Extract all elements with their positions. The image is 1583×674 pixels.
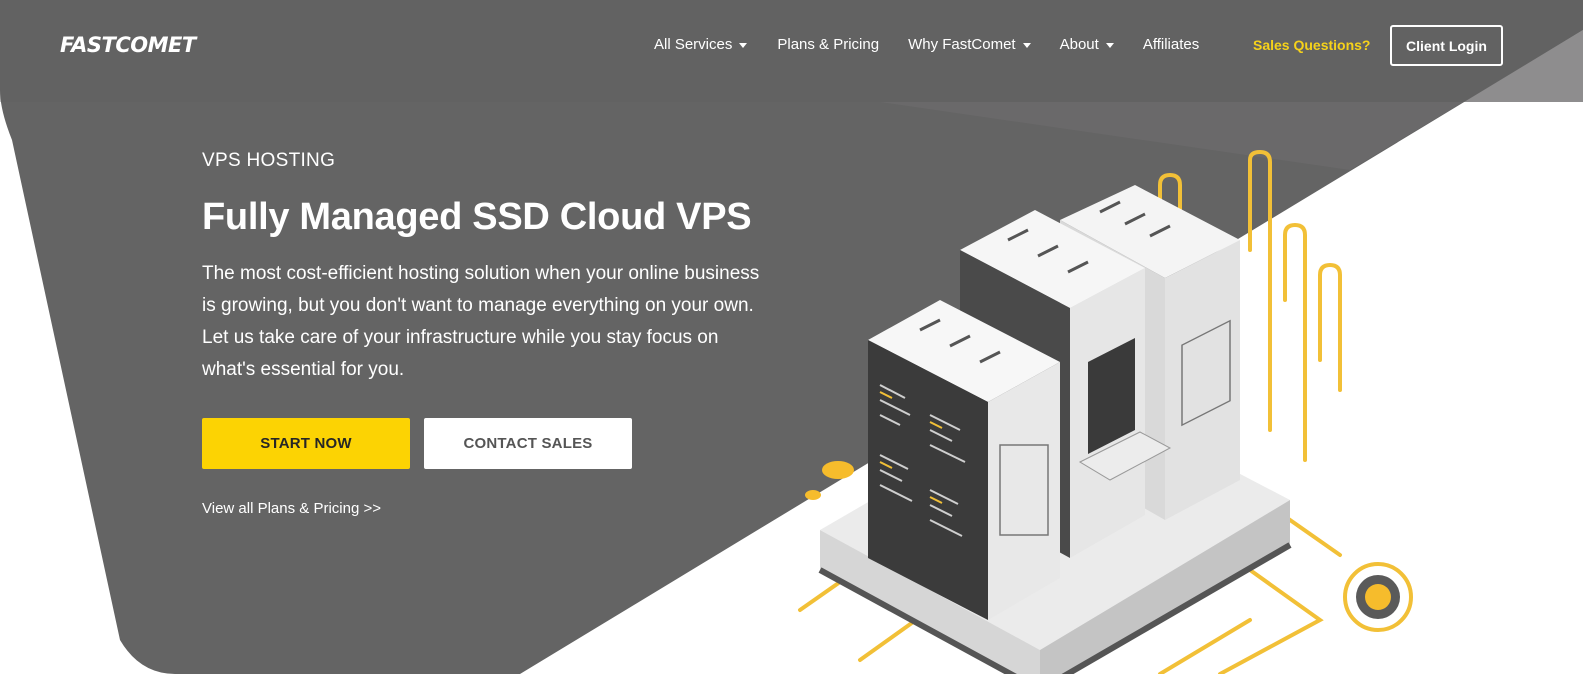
server-racks-illustration	[798, 149, 1413, 674]
view-plans-link[interactable]: View all Plans & Pricing >>	[202, 500, 381, 517]
sales-questions-link[interactable]: Sales Questions?	[1253, 37, 1370, 53]
main-nav: All Services Plans & Pricing Why FastCom…	[654, 36, 1199, 53]
server-rack-front	[868, 300, 1060, 620]
hero-title: Fully Managed SSD Cloud VPS	[202, 196, 752, 238]
yellow-dot-large	[822, 461, 854, 479]
nav-plans-pricing[interactable]: Plans & Pricing	[777, 36, 879, 53]
hero-section: VPS HOSTING Fully Managed SSD Cloud VPS …	[202, 150, 782, 386]
caret-down-icon	[1105, 43, 1114, 48]
nav-about[interactable]: About	[1060, 36, 1114, 53]
circuit-node-core	[1365, 584, 1391, 610]
client-login-button[interactable]: Client Login	[1390, 25, 1503, 66]
nav-all-services-label: All Services	[654, 36, 733, 53]
nav-why-fastcomet[interactable]: Why FastComet	[908, 36, 1031, 53]
yellow-dot-small	[805, 490, 821, 500]
site-header: FASTCOMET All Services Plans & Pricing W…	[0, 0, 1583, 90]
nav-all-services[interactable]: All Services	[654, 36, 748, 53]
caret-down-icon	[739, 43, 748, 48]
nav-about-label: About	[1059, 36, 1099, 53]
hero-eyebrow: VPS HOSTING	[202, 150, 336, 171]
contact-sales-button[interactable]: CONTACT SALES	[424, 418, 632, 469]
caret-down-icon	[1022, 43, 1031, 48]
nav-affiliates[interactable]: Affiliates	[1143, 36, 1199, 53]
nav-why-fastcomet-label: Why FastComet	[908, 36, 1016, 53]
nav-affiliates-label: Affiliates	[1142, 36, 1200, 53]
fastcomet-logo[interactable]: FASTCOMET	[60, 33, 196, 57]
hero-description: The most cost-efficient hosting solution…	[202, 263, 760, 380]
start-now-button[interactable]: START NOW	[202, 418, 410, 469]
hero-buttons: START NOW CONTACT SALES	[202, 418, 632, 469]
nav-plans-pricing-label: Plans & Pricing	[777, 36, 880, 53]
